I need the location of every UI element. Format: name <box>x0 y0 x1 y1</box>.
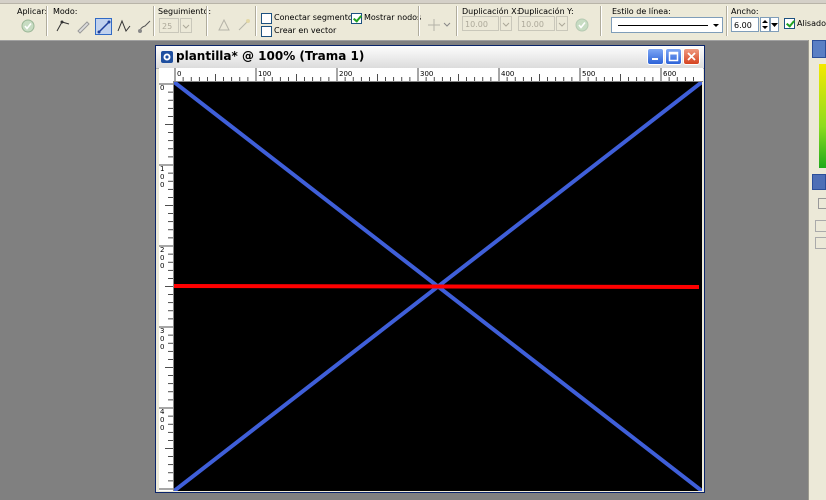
ruler-label: 0 <box>160 262 164 270</box>
ruler-label: 100 <box>258 70 271 78</box>
ruler-corner <box>159 68 174 82</box>
ruler-label: 200 <box>339 70 352 78</box>
duplicate-y-input[interactable]: 10.00 <box>518 16 555 31</box>
close-button[interactable] <box>683 48 700 65</box>
ruler-label: 500 <box>582 70 595 78</box>
duplicate-y-label: Duplicación Y: <box>518 7 574 16</box>
layers-header[interactable] <box>812 174 826 190</box>
apply-check-icon <box>575 18 589 32</box>
mode-line-segment-button[interactable] <box>95 18 112 35</box>
antialias-label: Alisado <box>797 19 826 28</box>
width-stepper[interactable] <box>760 17 770 32</box>
duplicate-x-label: Duplicación X: <box>462 7 520 16</box>
create-vector-checkbox[interactable] <box>261 26 272 37</box>
width-dropdown[interactable] <box>770 17 779 32</box>
edit-nodes-button[interactable] <box>236 17 252 33</box>
document-window: plantilla* @ 100% (Trama 1) 0 100 200 300 40… <box>155 45 705 493</box>
color-gradient-strip[interactable] <box>819 64 826 168</box>
tracking-input[interactable]: 25 <box>159 18 179 33</box>
tracking-label: Seguimiento: <box>158 7 212 16</box>
brush-icon <box>138 20 151 33</box>
apply-label: Aplicar: <box>17 7 48 16</box>
right-side-panel <box>808 40 826 500</box>
triangle-icon <box>218 18 230 31</box>
bezier-icon <box>56 20 70 32</box>
width-label: Ancho: <box>731 7 759 16</box>
width-input[interactable]: 6.00 <box>731 17 759 32</box>
document-title: plantilla* @ 100% (Trama 1) <box>176 49 365 63</box>
line-style-label: Estilo de línea: <box>612 7 671 16</box>
apply-duplicate-button[interactable] <box>574 17 590 33</box>
apply-button[interactable] <box>20 18 36 34</box>
palette-header[interactable] <box>812 40 826 58</box>
document-icon <box>161 51 173 63</box>
close-icon <box>687 52 696 61</box>
ruler-label: 0 <box>160 335 164 343</box>
node-edit-icon <box>238 19 250 31</box>
duplicate-x-stepper[interactable] <box>500 16 512 31</box>
duplicate-y-stepper[interactable] <box>556 16 568 31</box>
ruler-label: 0 <box>160 343 164 351</box>
mode-bezier-button[interactable] <box>55 18 71 34</box>
line-style-select[interactable] <box>611 17 723 33</box>
minimize-button[interactable] <box>647 48 664 65</box>
tracking-stepper[interactable] <box>180 18 192 33</box>
ruler-label: 0 <box>160 181 164 189</box>
panel-option[interactable] <box>815 220 826 232</box>
show-nodes-checkbox[interactable] <box>351 13 362 24</box>
triangle-tool-button[interactable] <box>216 17 232 33</box>
ruler-label: 0 <box>160 416 164 424</box>
show-nodes-label: Mostrar nodos <box>364 13 422 22</box>
apply-check-icon <box>21 19 35 33</box>
duplicate-x-input[interactable]: 10.00 <box>462 16 499 31</box>
vertical-ruler: 0100200300400 <box>159 81 174 491</box>
ruler-label: 0 <box>177 70 181 78</box>
chevron-down-icon <box>502 22 510 27</box>
document-titlebar[interactable]: plantilla* @ 100% (Trama 1) <box>156 46 704 69</box>
stepper-arrows-icon <box>762 20 768 29</box>
ruler-label: 0 <box>160 84 164 92</box>
mode-point-to-point-button[interactable] <box>116 18 132 34</box>
panel-option[interactable] <box>818 198 826 209</box>
mode-freehand-button[interactable] <box>75 18 91 34</box>
connect-segments-label: Conectar segmentos <box>274 13 357 22</box>
chevron-down-icon <box>713 24 719 27</box>
ruler-label: 3 <box>160 327 164 335</box>
ruler-label: 400 <box>501 70 514 78</box>
vertical-ruler-svg: 0100200300400 <box>159 83 173 490</box>
horizontal-ruler-svg: 0 100 200 300 400 500 600 <box>174 68 694 81</box>
horizontal-ruler: 0 100 200 300 400 500 600 <box>173 68 703 82</box>
image-canvas[interactable] <box>172 80 704 493</box>
ruler-label: 1 <box>160 165 164 173</box>
move-arrows-icon <box>428 19 451 31</box>
mode-brush-button[interactable] <box>136 18 152 34</box>
panel-option[interactable] <box>815 237 826 249</box>
create-vector-label: Crear en vector <box>274 26 337 35</box>
ruler-label: 2 <box>160 246 164 254</box>
point-to-point-icon <box>117 19 131 32</box>
chevron-down-icon <box>771 22 778 27</box>
maximize-button[interactable] <box>665 48 682 65</box>
ruler-label: 0 <box>160 173 164 181</box>
toolbar-top-strip <box>0 0 826 4</box>
ruler-label: 0 <box>160 254 164 262</box>
move-nodes-button[interactable] <box>427 17 451 33</box>
pencil-icon <box>77 21 90 34</box>
antialias-checkbox[interactable] <box>784 18 795 29</box>
ruler-label: 0 <box>160 424 164 432</box>
mode-label: Modo: <box>53 7 78 16</box>
connect-segments-checkbox[interactable] <box>261 13 272 24</box>
minimize-icon <box>652 58 658 60</box>
ruler-label: 4 <box>160 408 165 416</box>
horizontal-line[interactable] <box>173 284 700 289</box>
chevron-down-icon <box>558 22 566 27</box>
ruler-label: 300 <box>420 70 433 78</box>
ruler-label: 600 <box>663 70 676 78</box>
chevron-down-icon <box>182 24 190 29</box>
canvas-drawing <box>172 80 704 493</box>
maximize-icon <box>668 51 679 62</box>
line-segment-icon <box>97 20 110 33</box>
tool-options-bar: Aplicar: Modo: Seguimiento: 25 Conectar … <box>0 0 826 41</box>
line-style-preview <box>618 25 708 26</box>
